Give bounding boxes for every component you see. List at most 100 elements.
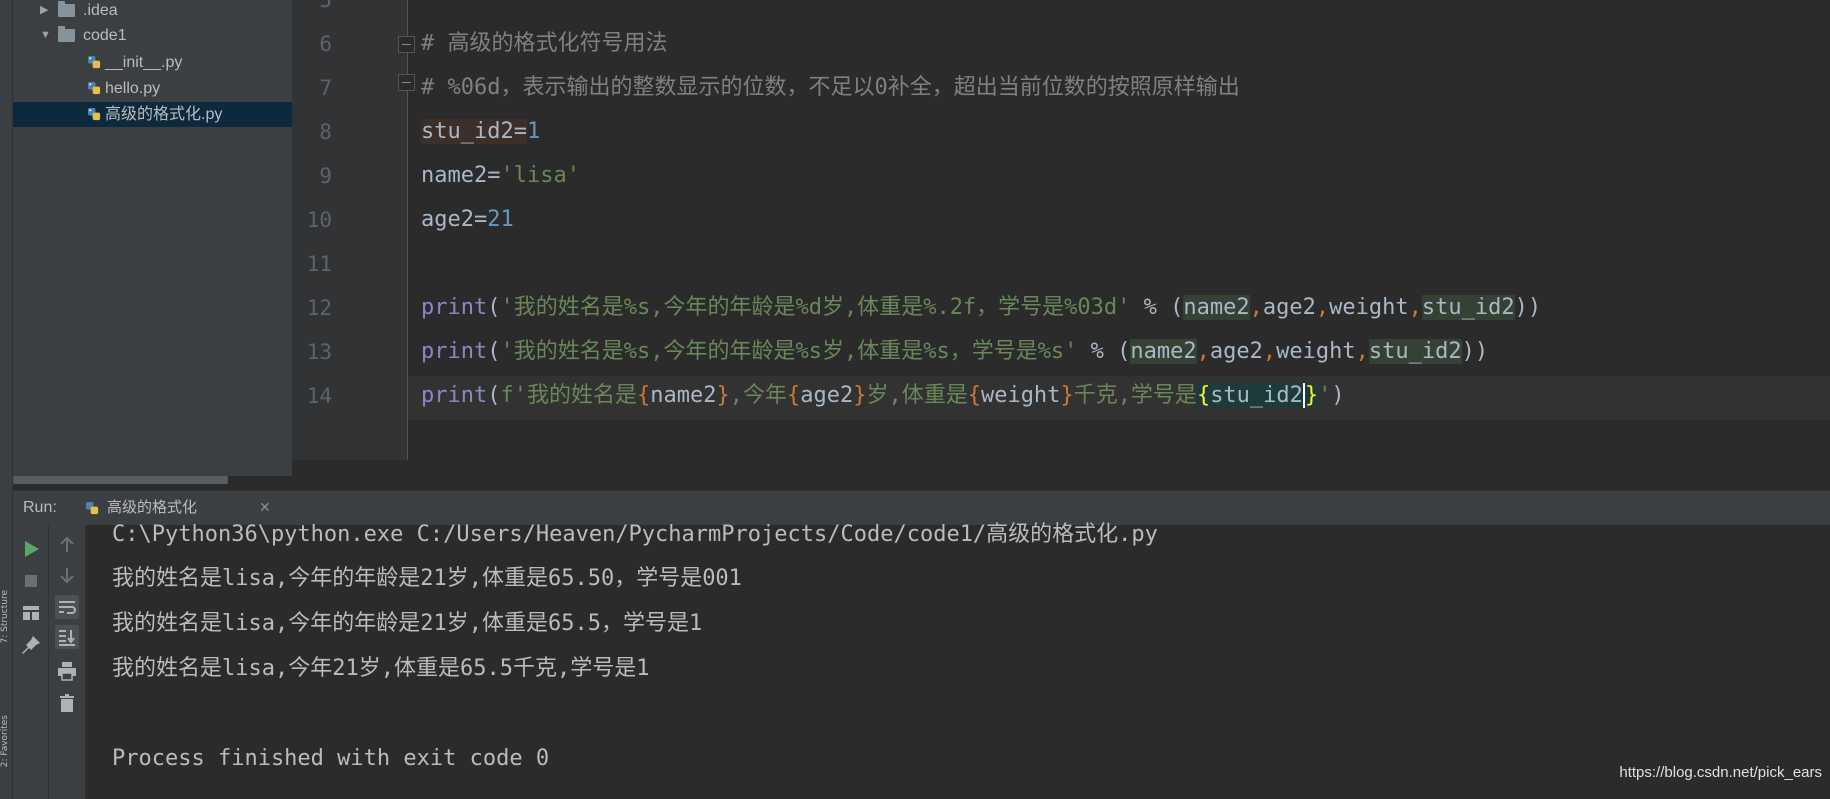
console-line-exit: Process finished with exit code 0: [112, 746, 550, 771]
code-token: stu_id2: [421, 119, 514, 144]
tree-item-label: code1: [83, 27, 127, 44]
chevron-right-icon[interactable]: ▶: [40, 0, 48, 23]
code-token: ,今年: [729, 383, 787, 408]
code-line-assignment: stu_id2=1: [421, 110, 540, 154]
line-number: 13: [306, 340, 332, 364]
code-token: ': [1318, 383, 1332, 408]
tree-item-label: hello.py: [105, 80, 161, 97]
python-file-icon: [87, 81, 101, 95]
code-token: ,: [1315, 295, 1330, 320]
code-token: {: [636, 383, 651, 408]
code-token: }: [716, 383, 730, 408]
code-token: f'我的姓名是: [500, 383, 637, 408]
tree-item-label: .idea: [83, 2, 118, 19]
fold-icon[interactable]: [398, 74, 415, 91]
code-line-print-fstring[interactable]: print(f'我的姓名是{name2},今年{age2}岁,体重是{weigh…: [421, 374, 1345, 418]
left-tool-strip: 7: Structure 2: Favorites: [0, 0, 13, 799]
code-token: ,: [1262, 339, 1277, 364]
code-token: age2: [1262, 295, 1316, 320]
code-token-highlighted: {stu_id2}: [1196, 383, 1319, 408]
code-token: print: [421, 383, 488, 408]
python-file-icon: [87, 55, 101, 69]
line-number: 11: [306, 252, 332, 276]
code-token: ,: [1355, 339, 1369, 364]
code-token: name2: [650, 383, 717, 408]
tree-item-current-file[interactable]: 高级的格式化.py: [13, 102, 292, 127]
structure-tool-label[interactable]: 7: Structure: [0, 590, 12, 644]
code-token: 1: [526, 119, 541, 144]
code-token: name2: [1130, 339, 1197, 364]
code-line-print: print('我的姓名是%s,今年的年龄是%s岁,体重是%s，学号是%s' % …: [421, 330, 1488, 374]
line-number: 10: [306, 208, 332, 232]
tree-item-idea[interactable]: ▶ .idea: [13, 0, 292, 23]
stop-icon[interactable]: [19, 569, 43, 593]
code-token: weight: [1329, 295, 1409, 320]
line-number: 6: [319, 32, 332, 56]
code-token: stu_id2: [1210, 383, 1303, 408]
code-line-comment: # 高级的格式化符号用法: [421, 31, 668, 56]
tree-item-code1[interactable]: ▼ code1: [13, 23, 292, 48]
line-number: 14: [306, 384, 332, 408]
fold-icon[interactable]: [398, 36, 415, 53]
pin-icon[interactable]: [19, 633, 43, 657]
line-number: 9: [319, 164, 332, 188]
code-token: age2: [1209, 339, 1263, 364]
code-token: (: [487, 295, 501, 320]
layout-icon[interactable]: [19, 601, 43, 625]
code-line-assignment: age2=21: [421, 198, 514, 242]
code-token: name2: [421, 163, 488, 188]
code-token: (: [487, 339, 501, 364]
code-token: }: [853, 383, 867, 408]
python-file-icon: [87, 107, 101, 121]
code-token: ,: [1249, 295, 1263, 320]
console-line-output: 我的姓名是lisa,今年的年龄是21岁,体重是65.50，学号是001: [112, 566, 742, 591]
run-toolbar-secondary: [49, 525, 86, 799]
code-token: {: [1196, 383, 1211, 408]
code-token: )): [1461, 339, 1489, 364]
run-label: Run:: [23, 499, 57, 516]
line-number: 5: [319, 0, 332, 12]
trash-icon[interactable]: [55, 691, 79, 715]
scroll-to-end-icon[interactable]: [55, 625, 79, 649]
code-token: 'lisa': [500, 163, 580, 188]
project-tree: ▶ .idea ▼ code1 __init__.py hello.py 高级的…: [13, 0, 292, 476]
soft-wrap-icon[interactable]: [55, 595, 79, 619]
code-token: % (: [1130, 295, 1184, 320]
fold-guide: [407, 0, 408, 460]
run-tab[interactable]: 高级的格式化 ✕: [75, 491, 271, 525]
code-token: 千克,学号是: [1073, 383, 1197, 408]
code-token: {: [786, 383, 801, 408]
code-line-assignment: name2='lisa': [421, 154, 580, 198]
code-token: {: [967, 383, 981, 408]
folder-icon: [58, 1, 75, 17]
project-tree-scrollbar[interactable]: [13, 476, 228, 484]
code-token: =: [487, 163, 501, 188]
code-token: '我的姓名是%s,今年的年龄是%d岁,体重是%.2f，学号是%03d': [500, 295, 1131, 320]
code-token: weight: [980, 383, 1061, 408]
favorites-tool-label[interactable]: 2: Favorites: [0, 715, 12, 767]
print-icon[interactable]: [55, 659, 79, 683]
code-token: =: [473, 207, 488, 232]
code-token: =: [513, 119, 527, 144]
code-token: 21: [487, 207, 514, 232]
line-number: 8: [319, 120, 332, 144]
code-token: ): [1331, 383, 1345, 408]
code-token: ,: [1408, 295, 1422, 320]
tree-item-label: __init__.py: [105, 54, 183, 71]
arrow-up-icon[interactable]: [55, 533, 79, 557]
arrow-down-icon[interactable]: [55, 563, 79, 587]
code-token: (: [487, 383, 501, 408]
code-token: stu_id2: [1368, 339, 1462, 364]
tree-item-hello-py[interactable]: hello.py: [13, 76, 292, 101]
code-token: print: [421, 295, 488, 320]
chevron-down-icon[interactable]: ▼: [40, 23, 51, 48]
tree-item-init-py[interactable]: __init__.py: [13, 50, 292, 75]
console-line-command: C:\Python36\python.exe C:/Users/Heaven/P…: [112, 522, 1158, 547]
code-token: }: [1060, 383, 1074, 408]
code-token: print: [421, 339, 488, 364]
rerun-icon[interactable]: [19, 537, 43, 561]
code-token: stu_id2: [1421, 295, 1515, 320]
console-line-output: 我的姓名是lisa,今年21岁,体重是65.5千克,学号是1: [112, 656, 650, 681]
code-token: ,: [1196, 339, 1210, 364]
code-token: )): [1514, 295, 1542, 320]
